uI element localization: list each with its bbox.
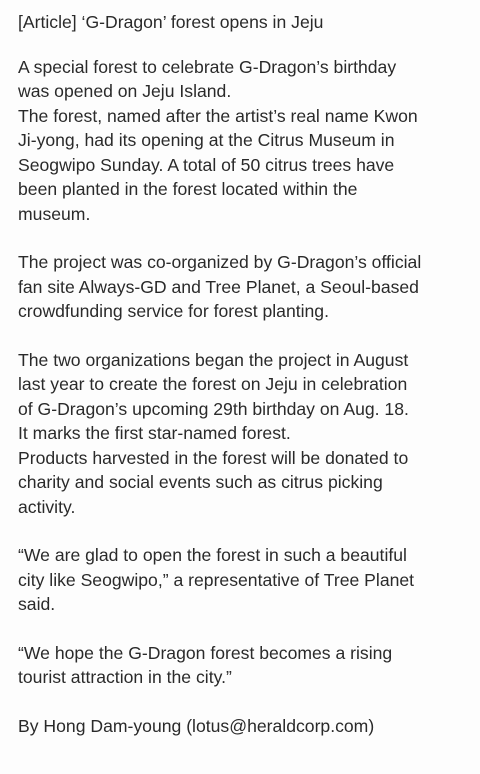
text-line: The two organizations began the project …: [18, 349, 409, 370]
text-line: “We are glad to open the forest in such …: [18, 545, 407, 565]
text-line: last year to create the forest on Jeju i…: [18, 374, 408, 394]
text-line: been planted in the forest located withi…: [18, 179, 358, 199]
text-line: museum.: [18, 203, 91, 224]
text-line: of G-Dragon’s upcoming 29th birthday on …: [18, 398, 409, 419]
text-line: It marks the first star-named forest.: [18, 423, 291, 443]
article-paragraph: The project was co-organized by G-Dragon…: [18, 250, 466, 324]
text-line: Seogwipo Sunday. A total of 50 citrus tr…: [18, 154, 395, 175]
text-line: “We hope the G-Dragon forest becomes a r…: [18, 642, 393, 663]
text-line: city like Seogwipo,” a representative of…: [18, 569, 415, 590]
article-byline: By Hong Dam-young (lotus@heraldcorp.com): [18, 715, 375, 736]
text-line: A special forest to celebrate G-Dragon’s…: [18, 56, 397, 77]
article-headline: [Article] ‘G-Dragon’ forest opens in Jej…: [18, 12, 324, 32]
text-line: said.: [18, 594, 56, 614]
text-line: charity and social events such as citrus…: [18, 472, 383, 492]
text-line: activity.: [18, 496, 76, 517]
text-line: crowdfunding service for forest planting…: [18, 301, 329, 321]
article-paragraph: A special forest to celebrate G-Dragon’s…: [18, 55, 466, 227]
text-line: was opened on Jeju Island.: [18, 81, 232, 101]
article-paragraph: “We hope the G-Dragon forest becomes a r…: [18, 641, 466, 690]
text-line: The project was co-organized by G-Dragon…: [18, 252, 422, 272]
text-line: fan site Always-GD and Tree Planet, a Se…: [18, 276, 419, 297]
article-page: [Article] ‘G-Dragon’ forest opens in Jej…: [0, 0, 480, 774]
text-line: The forest, named after the artist’s rea…: [18, 105, 418, 126]
text-line: tourist attraction in the city.”: [18, 667, 232, 687]
text-line: Products harvested in the forest will be…: [18, 447, 409, 468]
article-paragraph: “We are glad to open the forest in such …: [18, 543, 466, 617]
article-paragraph: The two organizations began the project …: [18, 348, 466, 520]
text-line: Ji-yong, had its opening at the Citrus M…: [18, 130, 395, 150]
